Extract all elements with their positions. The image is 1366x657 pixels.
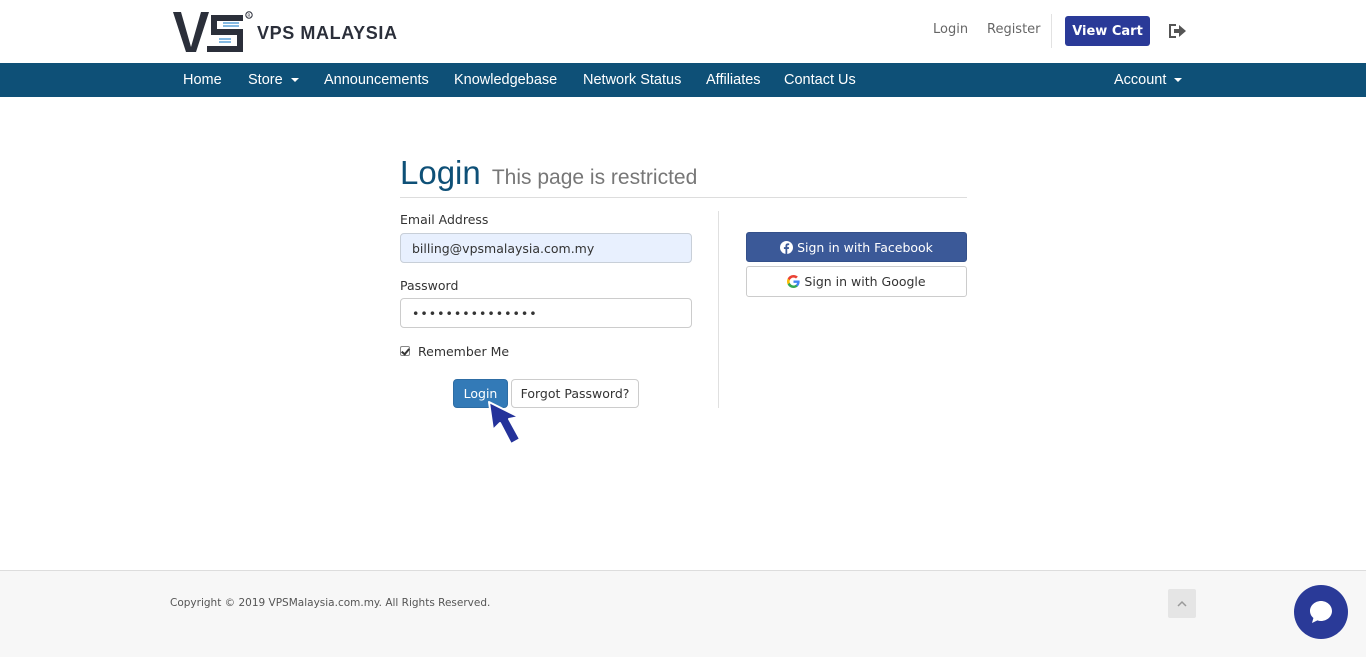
nav-item-announcements[interactable]: Announcements <box>324 63 429 97</box>
facebook-signin-button[interactable]: Sign in with Facebook <box>746 232 967 262</box>
logo[interactable]: R VPS MALAYSIA <box>171 9 398 55</box>
caret-down-icon <box>290 78 299 83</box>
nav-item-store-label: Store <box>248 72 283 88</box>
email-label: Email Address <box>400 212 489 227</box>
nav-item-home[interactable]: Home <box>183 63 222 97</box>
forgot-password-button[interactable]: Forgot Password? <box>511 379 639 408</box>
chat-icon <box>1310 601 1332 623</box>
form-divider <box>718 211 719 408</box>
nav-item-network-status[interactable]: Network Status <box>583 63 681 97</box>
title-divider <box>400 197 967 198</box>
login-link[interactable]: Login <box>933 22 968 37</box>
mouse-cursor <box>488 401 521 445</box>
svg-text:R: R <box>247 13 250 19</box>
nav-item-account[interactable]: Account <box>1114 63 1183 97</box>
password-field[interactable]: ••••••••••••••• <box>400 298 692 328</box>
page-title: Login <box>400 154 481 191</box>
logo-mark-icon: R <box>173 11 253 52</box>
google-signin-button[interactable]: Sign in with Google <box>746 266 967 297</box>
google-icon <box>787 275 801 288</box>
remember-me-label[interactable]: Remember Me <box>418 344 509 359</box>
site-header: R VPS MALAYSIA Login Register View Cart <box>0 0 1366 63</box>
facebook-signin-label: Sign in with Facebook <box>797 239 933 255</box>
email-field[interactable]: billing@vpsmalaysia.com.my <box>400 233 692 263</box>
nav-item-affiliates[interactable]: Affiliates <box>706 63 761 97</box>
caret-down-icon <box>1174 78 1183 83</box>
nav-item-store[interactable]: Store <box>248 63 299 97</box>
nav-item-contact-us[interactable]: Contact Us <box>784 63 856 97</box>
page-heading: Login This page is restricted <box>400 154 697 192</box>
nav-item-knowledgebase[interactable]: Knowledgebase <box>454 63 557 97</box>
back-to-top-button[interactable] <box>1168 589 1196 618</box>
site-footer: Copyright © 2019 VPSMalaysia.com.my. All… <box>0 570 1366 657</box>
facebook-icon <box>780 240 794 254</box>
register-link[interactable]: Register <box>987 22 1041 37</box>
logout-icon[interactable] <box>1167 22 1187 40</box>
brand-name: VPS MALAYSIA <box>257 22 398 43</box>
copyright-text: Copyright © 2019 VPSMalaysia.com.my. All… <box>170 597 491 609</box>
password-label: Password <box>400 278 459 293</box>
nav-item-account-label: Account <box>1114 72 1167 88</box>
main-nav: Home Store Announcements Knowledgebase N… <box>0 63 1366 97</box>
google-signin-label: Sign in with Google <box>804 274 926 289</box>
remember-me-checkbox[interactable] <box>400 346 410 356</box>
header-divider <box>1051 14 1052 48</box>
page-subtitle: This page is restricted <box>491 166 698 189</box>
chat-widget-button[interactable] <box>1294 585 1348 639</box>
chevron-up-icon <box>1177 600 1187 607</box>
view-cart-button[interactable]: View Cart <box>1065 16 1150 46</box>
